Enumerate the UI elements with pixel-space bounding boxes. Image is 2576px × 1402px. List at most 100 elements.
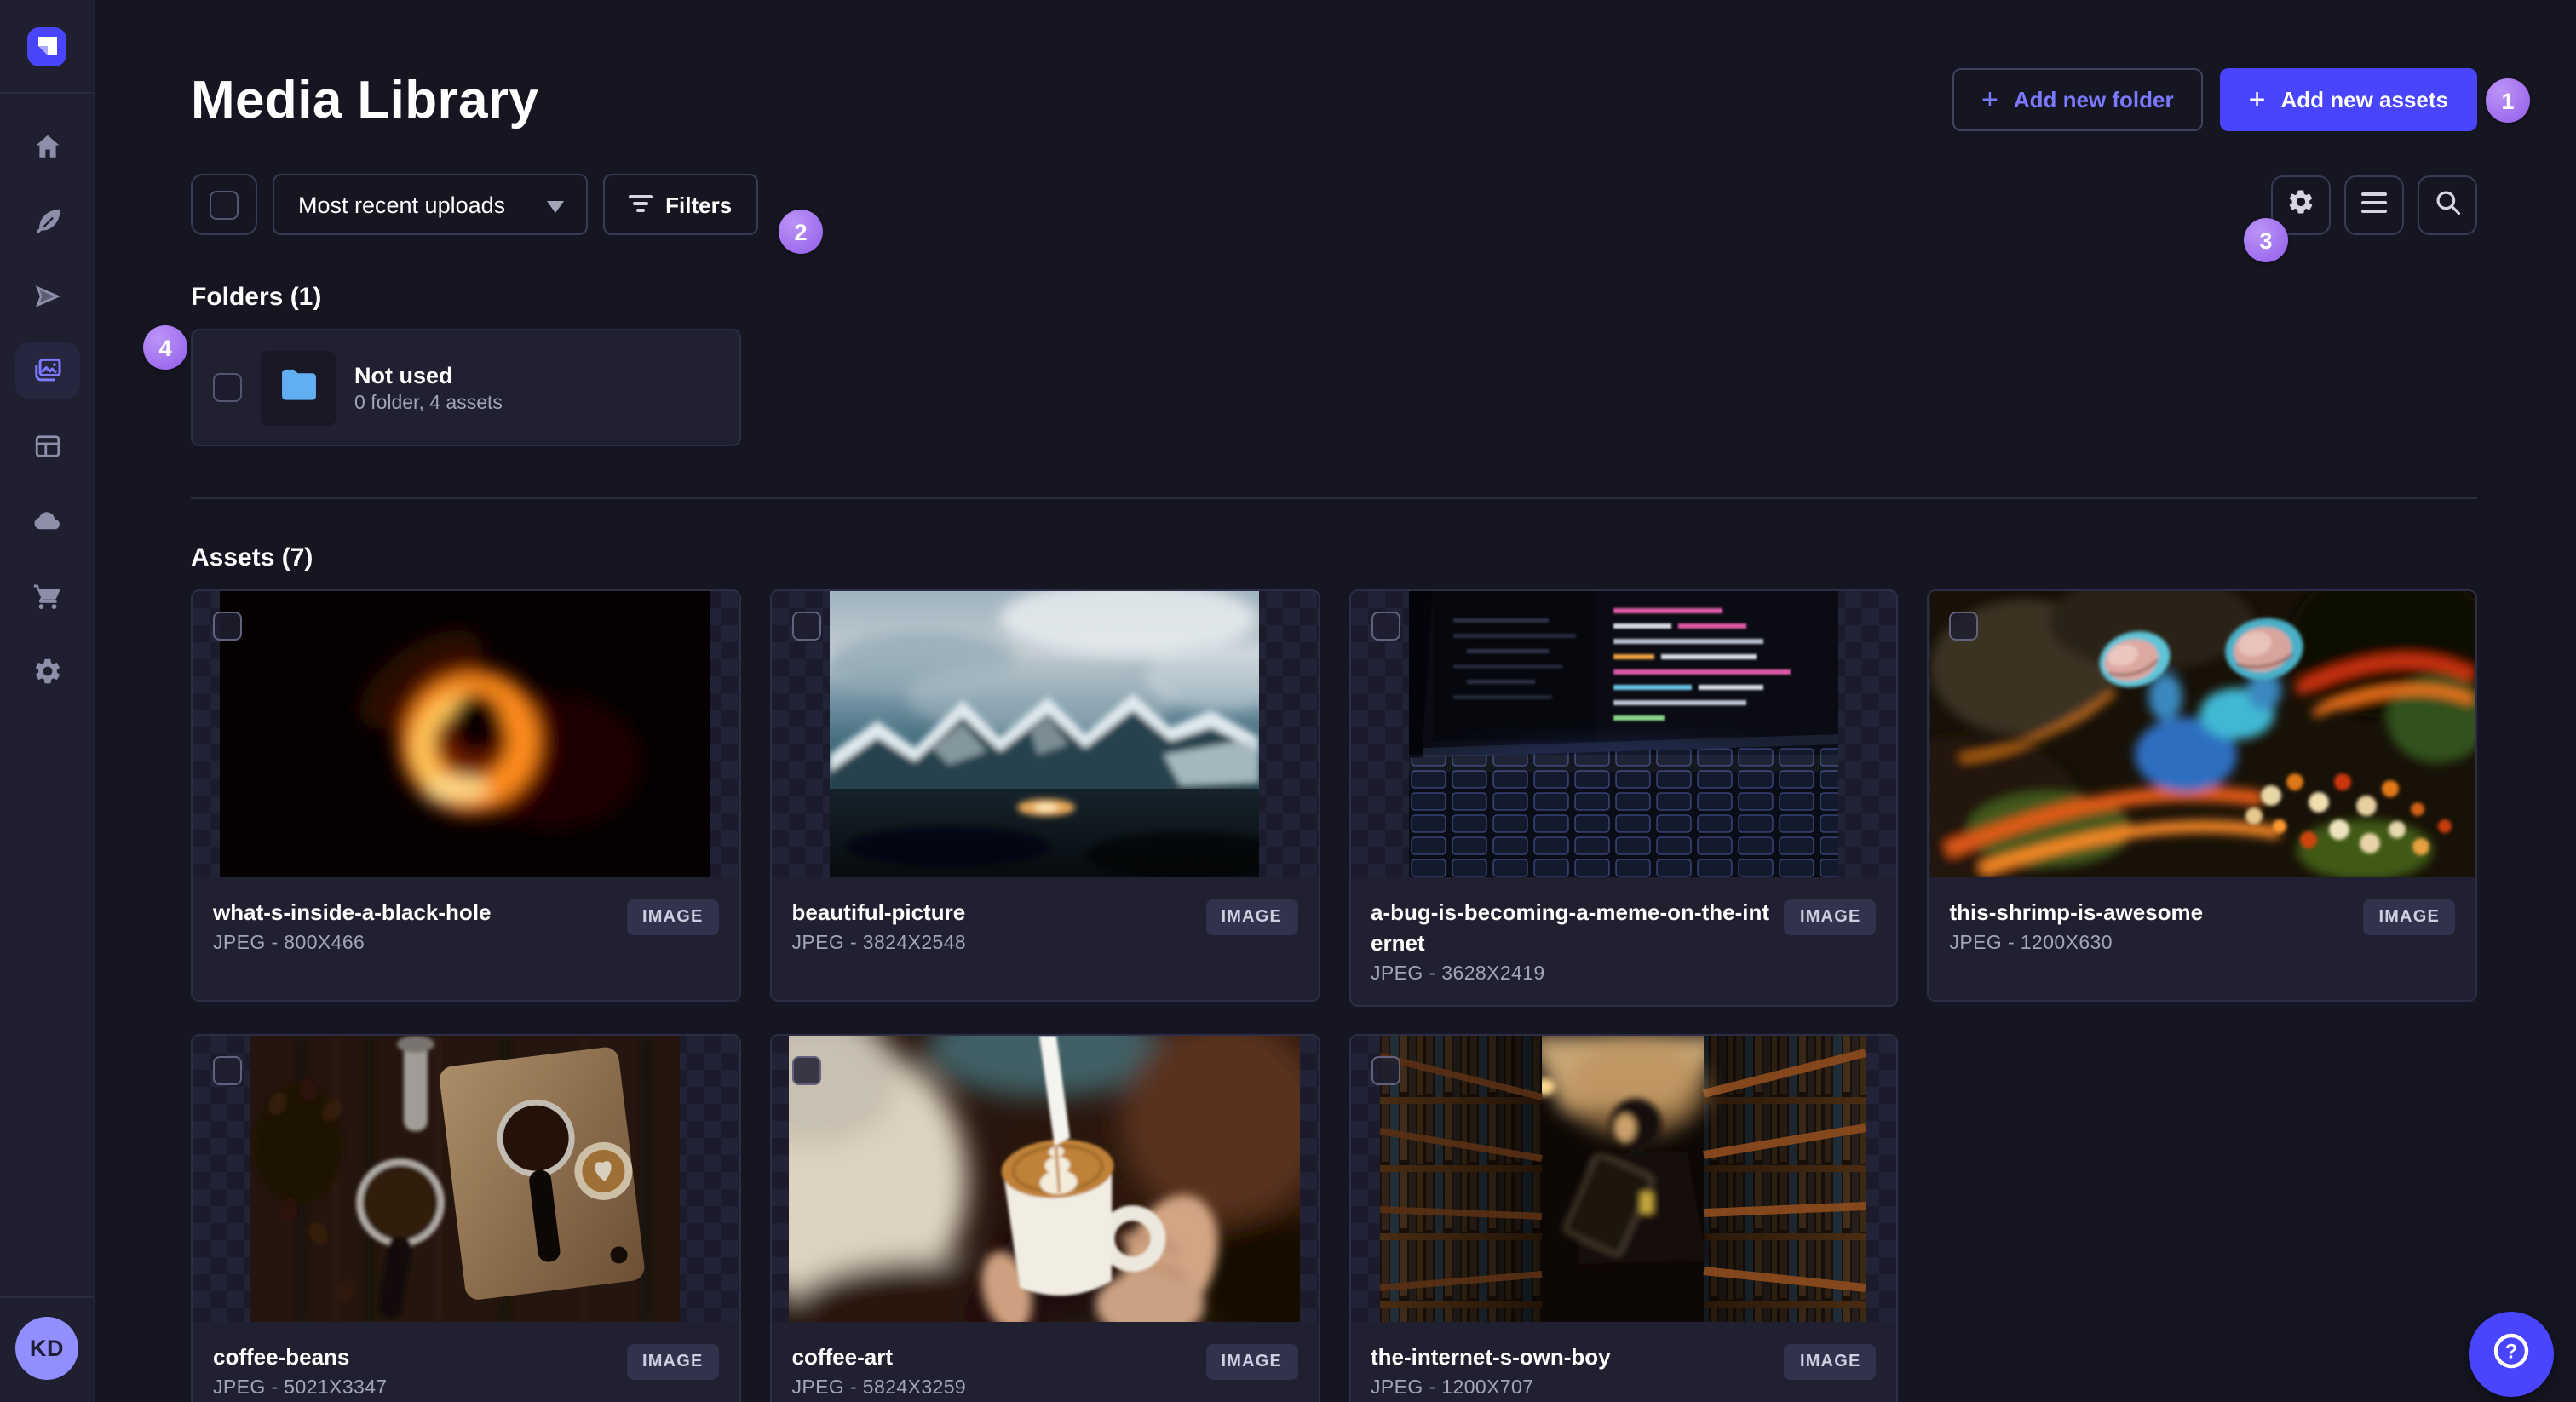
asset-info: what-s-inside-a-black-hole JPEG - 800X46… bbox=[193, 877, 739, 1000]
folders-grid: Not used 0 folder, 4 assets bbox=[191, 329, 2477, 446]
toolbar-left: Most recent uploads Filters bbox=[191, 174, 758, 235]
asset-thumbnail bbox=[193, 591, 739, 877]
sidebar-item-content-type-builder[interactable] bbox=[14, 417, 79, 474]
question-mark-icon: ? bbox=[2489, 1328, 2533, 1381]
asset-checkbox[interactable] bbox=[1949, 612, 1979, 641]
svg-text:?: ? bbox=[2505, 1339, 2518, 1362]
search-button[interactable] bbox=[2418, 175, 2477, 234]
app-root: KD Media Library + Add new folder + Add … bbox=[0, 0, 2576, 1402]
asset-type-badge: IMAGE bbox=[2363, 899, 2455, 935]
sidebar-item-releases[interactable] bbox=[14, 267, 79, 324]
asset-info: beautiful-picture JPEG - 3824X2548 IMAGE bbox=[772, 877, 1319, 1000]
asset-text: what-s-inside-a-black-hole JPEG - 800X46… bbox=[213, 898, 613, 954]
asset-checkbox[interactable] bbox=[791, 1056, 821, 1085]
asset-info: a-bug-is-becoming-a-meme-on-the-internet… bbox=[1350, 877, 1897, 1005]
asset-info: coffee-art JPEG - 5824X3259 IMAGE bbox=[772, 1322, 1319, 1402]
chevron-down-icon bbox=[546, 192, 564, 217]
asset-card[interactable]: this-shrimp-is-awesome JPEG - 1200X630 I… bbox=[1927, 589, 2477, 1002]
asset-type-badge: IMAGE bbox=[626, 1344, 719, 1380]
select-all-checkbox[interactable] bbox=[191, 174, 257, 235]
folders-heading: Folders (1) bbox=[191, 283, 322, 312]
sidebar-item-marketplace[interactable] bbox=[14, 567, 79, 623]
asset-checkbox[interactable] bbox=[213, 1056, 242, 1085]
asset-card[interactable]: coffee-art JPEG - 5824X3259 IMAGE bbox=[769, 1034, 1320, 1402]
list-view-button[interactable] bbox=[2344, 175, 2404, 234]
sort-select[interactable]: Most recent uploads bbox=[273, 174, 588, 235]
annotation-badge-3: 3 bbox=[2244, 218, 2288, 262]
asset-card[interactable]: what-s-inside-a-black-hole JPEG - 800X46… bbox=[191, 589, 741, 1002]
folder-name: Not used bbox=[354, 362, 453, 388]
sidebar-item-media-library[interactable] bbox=[14, 342, 79, 399]
header-actions: + Add new folder + Add new assets bbox=[1952, 68, 2477, 131]
folder-checkbox[interactable] bbox=[213, 373, 242, 402]
asset-thumbnail bbox=[1929, 591, 2475, 877]
sort-select-value: Most recent uploads bbox=[298, 192, 506, 217]
asset-card[interactable]: coffee-beans JPEG - 5021X3347 IMAGE bbox=[191, 1034, 741, 1402]
asset-image bbox=[1408, 591, 1838, 877]
sidebar-item-deploy[interactable] bbox=[14, 492, 79, 549]
asset-text: a-bug-is-becoming-a-meme-on-the-internet… bbox=[1371, 898, 1771, 985]
asset-name: coffee-beans bbox=[213, 1344, 350, 1370]
asset-meta: JPEG - 1200X707 bbox=[1371, 1378, 1534, 1399]
asset-type-badge: IMAGE bbox=[1205, 1344, 1297, 1380]
user-avatar[interactable]: KD bbox=[15, 1317, 78, 1380]
plus-icon: + bbox=[2248, 83, 2266, 115]
sidebar-item-home[interactable] bbox=[14, 118, 79, 174]
filter-icon bbox=[628, 192, 653, 217]
asset-name: what-s-inside-a-black-hole bbox=[213, 899, 492, 925]
help-button[interactable]: ? bbox=[2469, 1312, 2554, 1397]
asset-checkbox[interactable] bbox=[1371, 612, 1400, 641]
cloud-icon bbox=[31, 504, 63, 537]
add-new-assets-label: Add new assets bbox=[2280, 87, 2448, 112]
filters-label: Filters bbox=[665, 192, 733, 217]
asset-info: coffee-beans JPEG - 5021X3347 IMAGE bbox=[193, 1322, 739, 1402]
asset-text: coffee-beans JPEG - 5021X3347 bbox=[213, 1342, 613, 1399]
asset-card[interactable]: a-bug-is-becoming-a-meme-on-the-internet… bbox=[1348, 589, 1899, 1007]
asset-checkbox[interactable] bbox=[213, 612, 242, 641]
asset-type-badge: IMAGE bbox=[626, 899, 719, 935]
asset-info: this-shrimp-is-awesome JPEG - 1200X630 I… bbox=[1929, 877, 2476, 1000]
section-divider bbox=[191, 497, 2477, 499]
asset-thumbnail bbox=[771, 591, 1318, 877]
toolbar: Most recent uploads Filters bbox=[191, 174, 2477, 235]
asset-image bbox=[789, 1036, 1301, 1322]
sidebar-item-content-manager[interactable] bbox=[14, 192, 79, 249]
folder-card[interactable]: Not used 0 folder, 4 assets bbox=[191, 329, 741, 446]
cart-icon bbox=[32, 580, 62, 611]
folder-details: 0 folder, 4 assets bbox=[354, 393, 503, 413]
assets-grid: what-s-inside-a-black-hole JPEG - 800X46… bbox=[191, 589, 2477, 1402]
plus-icon: + bbox=[1981, 83, 1998, 115]
asset-text: beautiful-picture JPEG - 3824X2548 bbox=[792, 898, 1193, 954]
asset-image bbox=[250, 1036, 681, 1322]
strapi-logo[interactable] bbox=[27, 27, 66, 66]
search-icon bbox=[2434, 188, 2461, 221]
asset-meta: JPEG - 3628X2419 bbox=[1371, 964, 1545, 985]
sidebar-item-settings[interactable] bbox=[14, 642, 79, 698]
asset-name: coffee-art bbox=[791, 1344, 894, 1370]
asset-checkbox[interactable] bbox=[1371, 1056, 1400, 1085]
asset-meta: JPEG - 800X466 bbox=[213, 934, 365, 954]
asset-image bbox=[1929, 591, 2475, 877]
filters-button[interactable]: Filters bbox=[602, 174, 758, 235]
asset-name: a-bug-is-becoming-a-meme-on-the-internet bbox=[1371, 899, 1769, 956]
home-icon bbox=[32, 130, 62, 161]
folder-text: Not used 0 folder, 4 assets bbox=[354, 362, 503, 413]
asset-thumbnail bbox=[771, 1036, 1318, 1322]
asset-name: this-shrimp-is-awesome bbox=[1949, 899, 2204, 925]
paper-plane-icon bbox=[32, 280, 62, 311]
asset-text: this-shrimp-is-awesome JPEG - 1200X630 bbox=[1950, 898, 2350, 954]
add-new-folder-button[interactable]: + Add new folder bbox=[1952, 68, 2203, 131]
asset-card[interactable]: the-internet-s-own-boy JPEG - 1200X707 I… bbox=[1348, 1034, 1899, 1402]
media-library-icon bbox=[31, 354, 63, 387]
annotation-badge-2: 2 bbox=[779, 210, 823, 254]
asset-name: the-internet-s-own-boy bbox=[1371, 1344, 1611, 1370]
add-new-assets-button[interactable]: + Add new assets bbox=[2219, 68, 2477, 131]
asset-name: beautiful-picture bbox=[791, 899, 966, 925]
asset-checkbox[interactable] bbox=[791, 612, 821, 641]
asset-card[interactable]: beautiful-picture JPEG - 3824X2548 IMAGE bbox=[769, 589, 1320, 1002]
assets-heading: Assets (7) bbox=[191, 543, 313, 572]
sidebar-footer: KD bbox=[0, 1296, 94, 1402]
asset-info: the-internet-s-own-boy JPEG - 1200X707 I… bbox=[1350, 1322, 1897, 1402]
sidebar-divider bbox=[0, 92, 94, 94]
feather-icon bbox=[32, 205, 62, 236]
